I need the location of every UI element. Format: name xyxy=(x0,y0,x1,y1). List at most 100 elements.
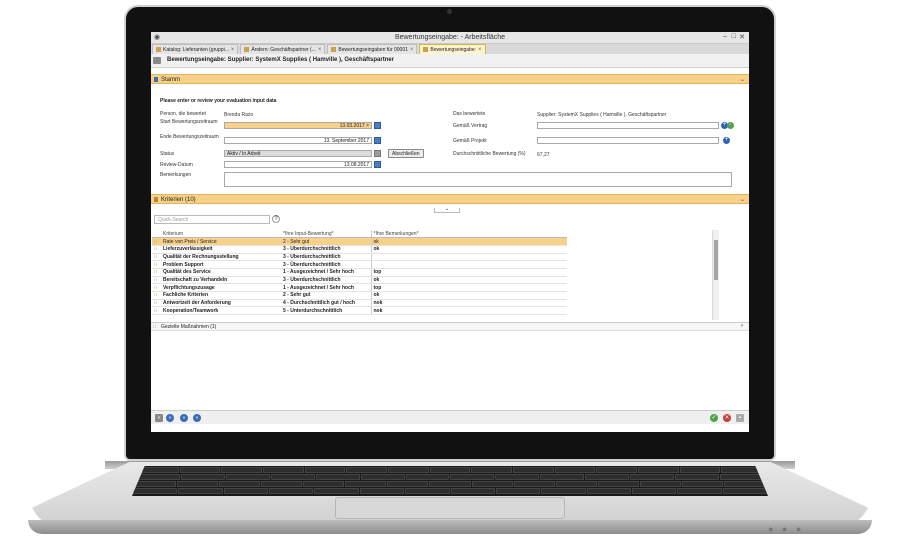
chevron-down-icon[interactable]: ⌄ xyxy=(740,196,745,203)
table-row[interactable]: ⁝⁝ Kooperation/Teamwork 5 - Unterdurchschn… xyxy=(152,306,567,316)
key-row xyxy=(136,474,764,480)
keyboard-key xyxy=(388,467,429,473)
remarks-textarea[interactable] xyxy=(224,172,732,187)
remark-cell[interactable]: top xyxy=(370,268,567,277)
keyboard-key xyxy=(135,481,177,487)
table-row[interactable]: ⁝⁝ Problem Support 3 - Überdurchschnittlic… xyxy=(152,260,567,269)
keyboard-key xyxy=(495,474,540,480)
rating-cell[interactable]: 2 - Sehr gut xyxy=(281,291,371,300)
save-icon[interactable]: ▪ xyxy=(736,414,744,422)
criterion-icon: ⁝⁝ xyxy=(152,245,161,254)
rating-cell[interactable]: 5 - Unterdurchschnittlich xyxy=(281,306,371,316)
keyboard-key xyxy=(554,467,596,473)
measures-section[interactable]: ⁝⁝ Gezielte Maßnahmen (1) › xyxy=(151,322,749,331)
rating-cell[interactable]: 3 - Überdurchschnittlich xyxy=(281,245,371,254)
tab-label: Katalog: Lieferanten (gruppi... xyxy=(163,46,229,53)
close-window-icon[interactable]: ✕ xyxy=(739,33,745,41)
rating-cell[interactable]: 3 - Überdurchschnittlich xyxy=(281,253,371,262)
contract-label: Gemäß Vertrag xyxy=(453,123,488,129)
close-tab-icon[interactable]: × xyxy=(231,47,235,53)
remark-cell[interactable]: ok xyxy=(370,291,567,300)
tab-label: Ändern: Geschäftspartner (... xyxy=(251,46,316,53)
close-evaluation-button[interactable]: Abschließen xyxy=(388,149,424,158)
minimize-icon[interactable]: – xyxy=(723,33,727,40)
keyboard-key xyxy=(133,488,178,494)
table-row[interactable]: ⁝⁝ Bereitschaft zu Verhandeln 3 - Überdurc… xyxy=(152,276,567,285)
stamm-section-header[interactable]: Stamm ⌄ xyxy=(151,74,749,84)
keyboard-key xyxy=(359,488,405,494)
start-date-field[interactable]: 13.03.2017 × xyxy=(224,122,372,129)
keyboard-key xyxy=(315,474,360,480)
calendar-icon[interactable] xyxy=(374,161,381,168)
remark-cell[interactable]: ok xyxy=(370,276,567,285)
first-page-icon[interactable]: « xyxy=(155,414,163,422)
remark-cell[interactable]: top xyxy=(370,283,567,292)
table-row[interactable]: ⁝⁝ Rate von Preis / Service 2 - Sehr gut ok xyxy=(152,237,567,246)
app-window: ◉ Bewertungseingabe: - Arbeitsfläche – □… xyxy=(151,32,749,432)
rating-cell[interactable]: 1 - Ausgezeichnet / Sehr hoch xyxy=(281,268,371,277)
close-tab-icon[interactable]: × xyxy=(410,47,414,53)
keyboard-key xyxy=(495,488,541,494)
calendar-icon[interactable] xyxy=(374,137,381,144)
add-icon[interactable]: + xyxy=(723,137,730,144)
dropdown-icon[interactable] xyxy=(374,150,381,157)
confirm-icon[interactable]: ✓ xyxy=(710,414,718,422)
remark-cell[interactable]: nok xyxy=(370,306,567,316)
table-row[interactable]: ⁝⁝ Antwortzeit der Anforderung 4 - Durchsc… xyxy=(152,299,567,308)
expand-handle[interactable]: ⌄ xyxy=(434,207,460,213)
tab-aendern[interactable]: Ändern: Geschäftspartner (... × xyxy=(240,44,326,54)
project-field[interactable] xyxy=(537,137,719,144)
rating-cell[interactable]: 3 - Überdurchschnittlich xyxy=(281,260,371,269)
rating-cell[interactable]: 4 - Durchschnittlich gut / hoch xyxy=(281,299,371,308)
column-header[interactable]: *Ihre Input-Bewertung* xyxy=(281,230,371,239)
section-icon xyxy=(154,77,158,82)
column-header[interactable]: *Ihre Bemerkungen* xyxy=(370,230,567,239)
scrollbar-thumb[interactable] xyxy=(714,240,718,280)
section-label: Stamm xyxy=(161,77,181,83)
table-row[interactable]: ⁝⁝ Verpflichtungszusage 1 - Ausgezeichnet … xyxy=(152,283,567,292)
review-date-field[interactable]: 13.08.2017 xyxy=(224,161,372,168)
remark-cell[interactable] xyxy=(370,260,567,269)
remark-cell[interactable] xyxy=(370,253,567,262)
close-tab-icon[interactable]: × xyxy=(318,47,322,53)
person-label: Person, die bewertet xyxy=(160,111,206,117)
rating-cell[interactable]: 2 - Sehr gut xyxy=(281,237,371,246)
keyboard-key xyxy=(138,467,179,473)
next-page-icon[interactable]: » xyxy=(180,414,188,422)
quick-search-input[interactable]: Quick-Search xyxy=(154,215,270,224)
tab-bewertungseingabe[interactable]: Bewertungseingabe: × xyxy=(419,44,486,54)
rating-cell[interactable]: 3 - Überdurchschnittlich xyxy=(281,276,371,285)
keyboard-key xyxy=(429,481,471,487)
chevron-right-icon[interactable]: › xyxy=(741,323,743,329)
cancel-icon[interactable]: ✕ xyxy=(723,414,731,422)
table-row[interactable]: ⁝⁝ Lieferzuverlässigkeit 3 - Überdurchschn… xyxy=(152,245,567,254)
table-row[interactable]: ⁝⁝ Fachliche Kriterien 2 - Sehr gut ok xyxy=(152,291,567,300)
rated-value: Supplier: SystemX Supplies ( Hamville ),… xyxy=(537,112,667,118)
tab-label: Bewertungseingabe: xyxy=(430,46,477,53)
menu-icon[interactable] xyxy=(153,57,161,64)
rating-cell[interactable]: 1 - Ausgezeichnet / Sehr hoch xyxy=(281,283,371,292)
close-tab-icon[interactable]: × xyxy=(478,47,482,53)
remark-cell[interactable]: ok xyxy=(370,237,567,246)
end-date-field[interactable]: 13. September 2017 xyxy=(224,137,372,144)
chevron-down-icon[interactable]: ⌄ xyxy=(740,76,745,83)
tab-katalog[interactable]: Katalog: Lieferanten (gruppi... × xyxy=(152,44,239,54)
help-icon[interactable]: ? xyxy=(272,215,280,223)
tab-bewertungseingaben[interactable]: Bewertungseingaben für 00001 × xyxy=(327,44,418,54)
table-row[interactable]: ⁝⁝ Qualität der Rechnungsstellung 3 - Über… xyxy=(152,253,567,262)
contract-field[interactable] xyxy=(537,122,719,129)
vertical-scrollbar[interactable] xyxy=(712,230,719,320)
keyboard-key xyxy=(471,467,513,473)
previous-page-icon[interactable]: « xyxy=(166,414,174,422)
calendar-icon[interactable] xyxy=(374,122,381,129)
remark-cell[interactable]: ok xyxy=(370,245,567,254)
criteria-section-header[interactable]: Kriterien (10) ⌄ xyxy=(151,194,749,204)
criterion-icon: ⁝⁝ xyxy=(152,260,161,269)
table-row[interactable]: ⁝⁝ Qualität des Service 1 - Ausgezeichnet … xyxy=(152,268,567,277)
column-header[interactable]: Kriterium xyxy=(161,230,281,239)
remark-cell[interactable]: nok xyxy=(370,299,567,308)
last-page-icon[interactable]: » xyxy=(193,414,201,422)
maximize-icon[interactable]: □ xyxy=(732,33,736,40)
status-select[interactable]: Aktiv / In Arbeit xyxy=(224,150,372,157)
search-icon[interactable]: ◦ xyxy=(727,122,734,129)
